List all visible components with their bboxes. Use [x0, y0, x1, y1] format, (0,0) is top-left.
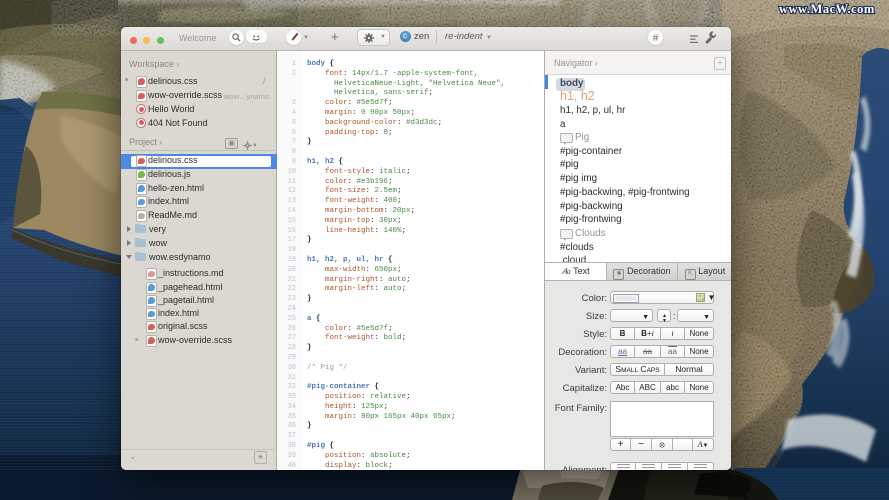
- svg-text:www.MacW.com: www.MacW.com: [779, 2, 875, 16]
